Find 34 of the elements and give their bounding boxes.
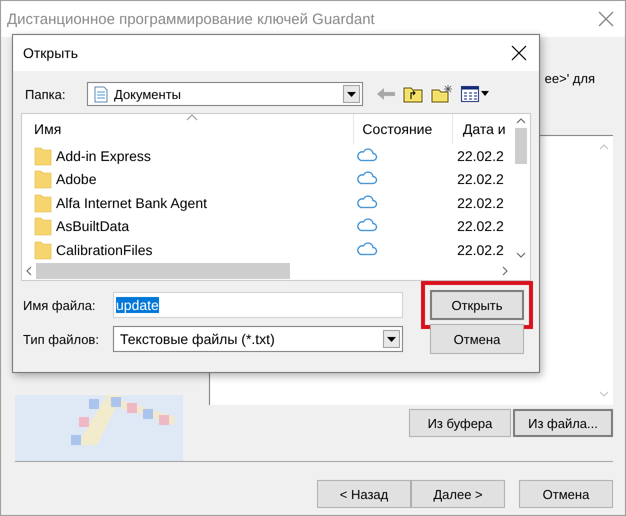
file-name-label: Имя файла: [23,298,97,312]
dialog-title: Открыть [23,45,78,61]
file-name-cell[interactable]: Alfa Internet Bank Agent [22,192,344,213]
open-button[interactable]: Открыть [430,290,524,320]
back-button[interactable]: < Назад [317,480,411,508]
folder-name[interactable]: Adobe [56,171,96,188]
file-name-cell[interactable]: CalibrationFiles [22,240,344,260]
folder-name[interactable]: Alfa Internet Bank Agent [56,194,207,211]
folder-label: Папка: [25,86,66,102]
from-clipboard-button[interactable]: Из буфера [409,409,511,437]
file-name-cell[interactable]: AsBuiltData [22,216,344,236]
file-name-field[interactable]: update [113,292,403,318]
folder-name[interactable]: AsBuiltData [56,218,130,234]
window-title: Дистанционное программирование ключей Guardant [7,10,375,28]
column-header[interactable]: Имя [22,114,354,144]
date-cell-text: 22.02.2 [456,171,505,188]
date-cell-text: 22.02.2 [456,218,505,234]
file-type-dropdown[interactable]: Текстовые файлы (*.txt) [113,326,403,352]
folder-name[interactable]: CalibrationFiles [56,242,152,258]
instruction-text: ee>' для [544,70,595,86]
folder-dropdown[interactable]: Документы [87,82,363,106]
date-cell-text: 22.02.2 [456,148,505,164]
column-header[interactable]: Дата и [452,114,512,144]
cancel-button[interactable]: Отмена [430,324,524,354]
next-button[interactable]: Далее > [411,480,505,508]
date-cell-text: 22.02.2 [456,242,505,258]
from-file-button[interactable]: Из файла... [513,409,613,437]
file-name-cell[interactable]: Adobe [22,169,344,190]
column-header[interactable]: Состояние [354,114,453,144]
file-type-label: Тип файлов: [23,332,100,346]
file-name-cell[interactable]: Add-in Express [22,146,344,166]
date-cell-text: 22.02.2 [456,194,505,211]
folder-name[interactable]: Add-in Express [56,148,151,164]
cancel-button[interactable]: Отмена [519,480,613,508]
